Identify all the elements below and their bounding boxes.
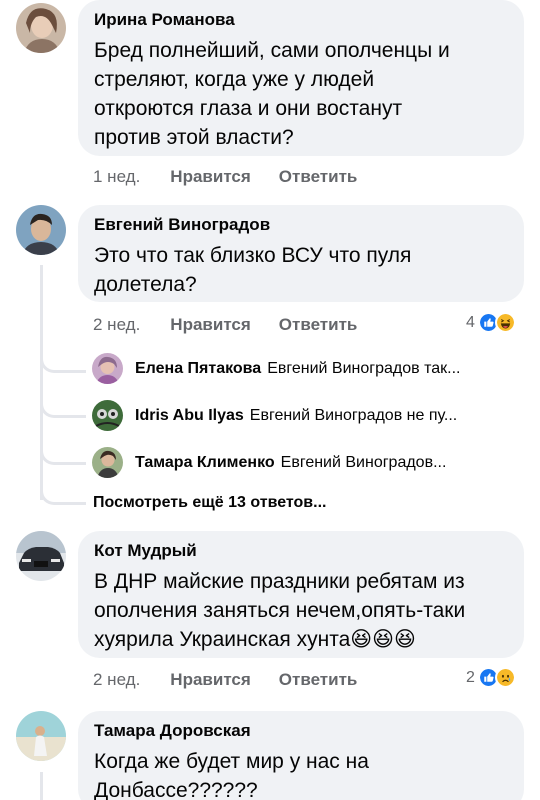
comment-bubble: Кот Мудрый В ДНР майские праздники ребят… xyxy=(78,531,524,658)
sad-icon xyxy=(494,667,516,688)
comment-text: Это что так близко ВСУ что пуля долетела… xyxy=(94,244,412,296)
comment-bubble: Ирина Романова Бред полнейший, сами опол… xyxy=(78,0,524,156)
thread-branch xyxy=(40,390,86,418)
reply-text: Евгений Виноградов не пу... xyxy=(249,406,458,424)
comment-author[interactable]: Ирина Романова xyxy=(94,10,508,30)
comment-text: Бред полнейший, сами ополченцы и стреляю… xyxy=(94,39,450,149)
thread-line xyxy=(40,772,43,800)
comment-time[interactable]: 1 нед. xyxy=(93,167,140,187)
view-more-replies-link[interactable]: Посмотреть ещё 13 ответов... xyxy=(93,494,326,512)
comment-author[interactable]: Тамара Доровская xyxy=(94,721,508,741)
reply-text: Евгений Виноградов так... xyxy=(267,359,461,377)
reply-button[interactable]: Ответить xyxy=(279,670,358,690)
comment-text: В ДНР майские праздники ребятам из ополч… xyxy=(94,570,466,651)
reaction-summary[interactable]: 4 xyxy=(466,312,516,333)
thread-branch xyxy=(40,437,86,465)
haha-icon xyxy=(494,312,516,333)
thread-branch xyxy=(40,480,86,505)
reply-item[interactable]: Idris Abu Ilyas Евгений Виноградов не пу… xyxy=(92,400,457,431)
avatar[interactable] xyxy=(92,447,123,478)
comment-actions: 1 нед. Нравится Ответить xyxy=(93,167,385,187)
avatar[interactable] xyxy=(16,205,66,255)
comment-text: Когда же будет мир у нас на Донбассе????… xyxy=(94,750,369,800)
comment-author[interactable]: Кот Мудрый xyxy=(94,541,508,561)
comment-actions: 2 нед. Нравится Ответить xyxy=(93,315,385,335)
reply-item[interactable]: Елена Пятакова Евгений Виноградов так... xyxy=(92,353,460,384)
avatar[interactable] xyxy=(16,3,66,53)
reaction-summary[interactable]: 2 xyxy=(466,667,516,688)
avatar[interactable] xyxy=(16,711,66,761)
reply-item[interactable]: Тамара Клименко Евгений Виноградов... xyxy=(92,447,446,478)
comment-actions: 2 нед. Нравится Ответить xyxy=(93,670,385,690)
comment-bubble: Евгений Виноградов Это что так близко ВС… xyxy=(78,205,524,302)
reaction-count: 4 xyxy=(466,313,475,331)
like-button[interactable]: Нравится xyxy=(170,167,251,187)
reaction-count: 2 xyxy=(466,668,475,686)
reply-author[interactable]: Idris Abu Ilyas xyxy=(135,407,244,425)
avatar[interactable] xyxy=(92,353,123,384)
reply-author[interactable]: Елена Пятакова xyxy=(135,360,261,378)
like-button[interactable]: Нравится xyxy=(170,670,251,690)
reply-text: Евгений Виноградов... xyxy=(280,453,447,471)
avatar[interactable] xyxy=(16,531,66,581)
comment-time[interactable]: 2 нед. xyxy=(93,670,140,690)
reply-button[interactable]: Ответить xyxy=(279,315,358,335)
reply-author[interactable]: Тамара Клименко xyxy=(135,454,275,472)
like-button[interactable]: Нравится xyxy=(170,315,251,335)
thread-line xyxy=(40,265,43,500)
comment-bubble: Тамара Доровская Когда же будет мир у на… xyxy=(78,711,524,800)
thread-branch xyxy=(40,345,86,373)
avatar[interactable] xyxy=(92,400,123,431)
comment-time[interactable]: 2 нед. xyxy=(93,315,140,335)
comment-author[interactable]: Евгений Виноградов xyxy=(94,215,508,235)
reply-button[interactable]: Ответить xyxy=(279,167,358,187)
